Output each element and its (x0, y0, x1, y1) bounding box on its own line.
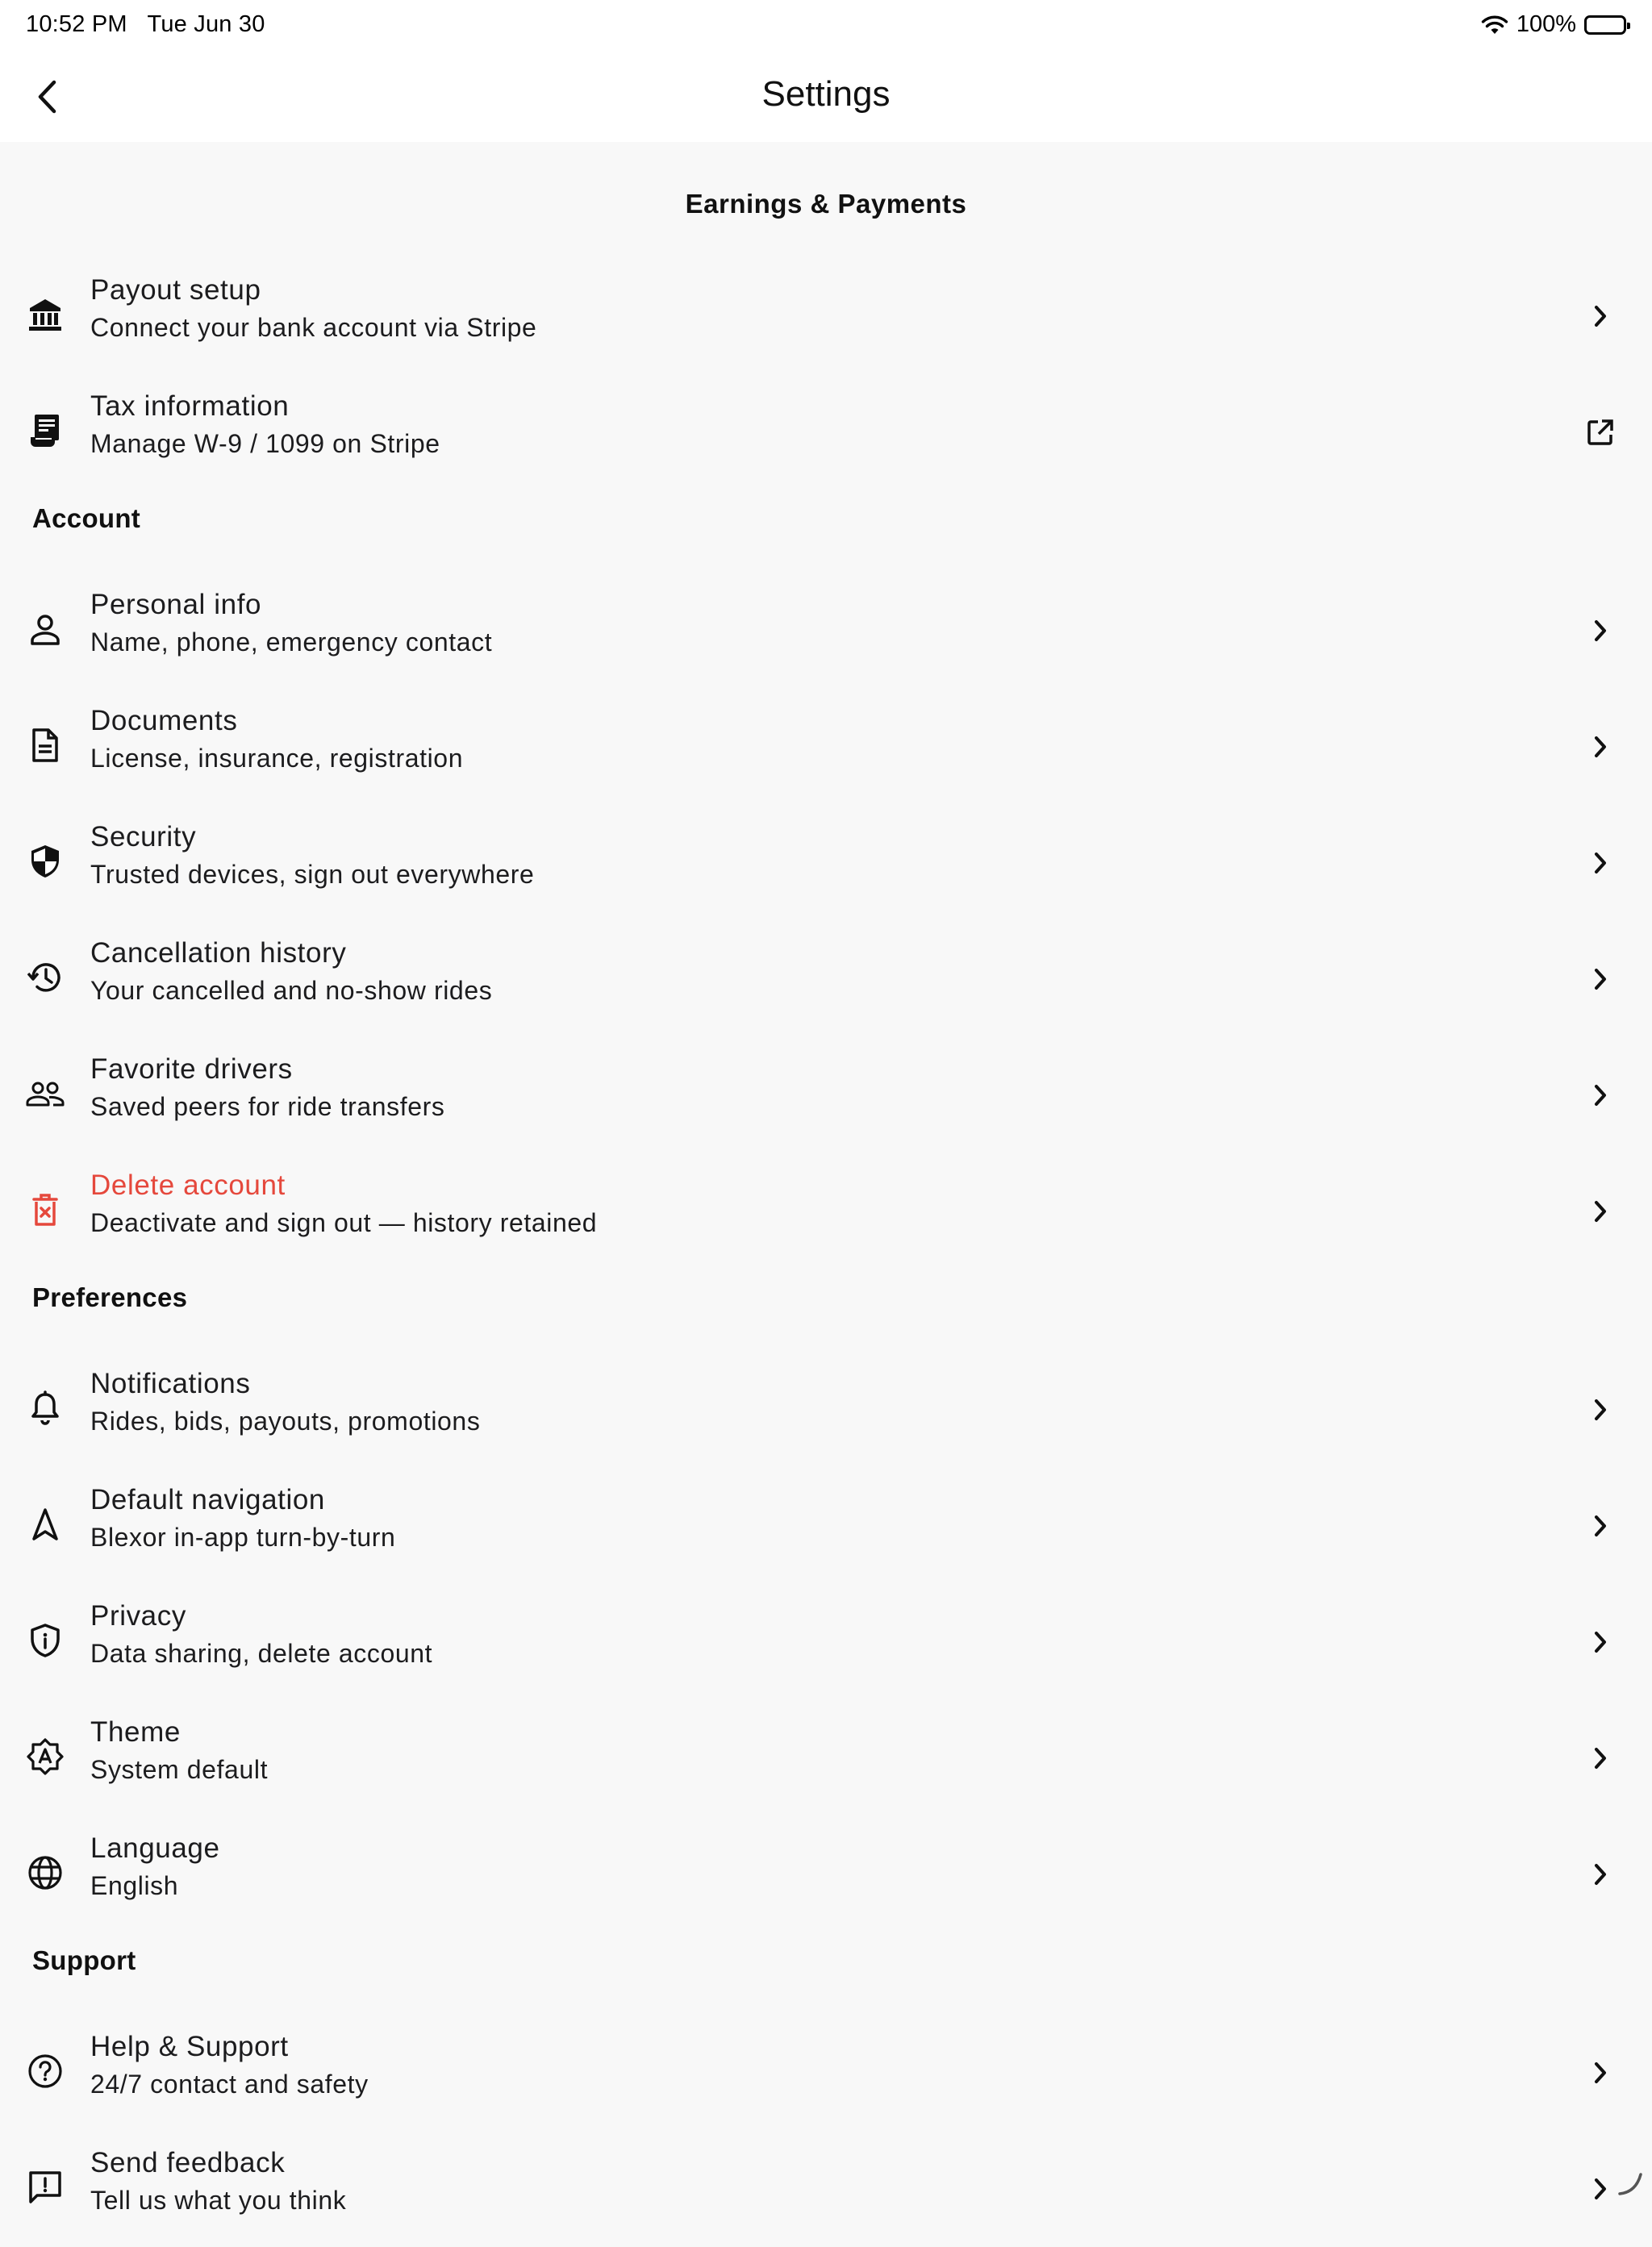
resize-handle-icon (1617, 2170, 1644, 2197)
section-header-account: Account (32, 503, 141, 533)
row-theme[interactable]: Theme System default (0, 1700, 1652, 1816)
document-icon (24, 724, 66, 766)
row-title: Delete account (90, 1169, 286, 1201)
row-title: Tax information (90, 390, 290, 422)
bell-icon (24, 1387, 66, 1429)
row-title: Language (90, 1832, 220, 1864)
row-title: Payout setup (90, 274, 261, 306)
row-title: Theme (90, 1716, 181, 1748)
status-bar: 10:52 PM Tue Jun 30 100% (0, 0, 1652, 52)
section-header-preferences: Preferences (32, 1282, 188, 1312)
navigation-bar: Settings (0, 52, 1652, 142)
chevron-right-icon (1581, 1739, 1620, 1778)
status-time: 10:52 PM Tue Jun 30 (26, 11, 265, 37)
row-title: Cancellation history (90, 937, 347, 969)
chevron-right-icon (1581, 1507, 1620, 1545)
people-icon (24, 1073, 66, 1115)
row-subtitle: System default (90, 1755, 269, 1784)
row-help-support[interactable]: Help & Support 24/7 contact and safety (0, 2015, 1652, 2131)
chevron-right-icon (1581, 1390, 1620, 1429)
row-title: Favorite drivers (90, 1053, 293, 1085)
theme-auto-icon (24, 1736, 66, 1778)
row-subtitle: Tell us what you think (90, 2186, 347, 2215)
row-title: Default navigation (90, 1484, 325, 1515)
page-title: Settings (761, 74, 891, 114)
battery-percent: 100% (1516, 11, 1576, 37)
trash-icon (24, 1189, 66, 1231)
chevron-right-icon (1581, 611, 1620, 650)
row-tax-information[interactable]: Tax information Manage W-9 / 1099 on Str… (0, 374, 1652, 490)
row-subtitle: Blexor in-app turn-by-turn (90, 1523, 396, 1552)
row-delete-account[interactable]: Delete account Deactivate and sign out —… (0, 1153, 1652, 1269)
chevron-right-icon (1581, 727, 1620, 766)
receipt-icon (24, 410, 66, 452)
battery-icon (1584, 15, 1630, 35)
row-subtitle: Your cancelled and no-show rides (90, 976, 493, 1005)
status-date: Tue Jun 30 (147, 11, 265, 37)
row-subtitle: Trusted devices, sign out everywhere (90, 860, 535, 889)
shield-icon (24, 840, 66, 882)
chevron-right-icon (1581, 1076, 1620, 1115)
row-cancellation-history[interactable]: Cancellation history Your cancelled and … (0, 921, 1652, 1037)
row-title: Send feedback (90, 2147, 286, 2178)
row-subtitle: Saved peers for ride transfers (90, 1092, 445, 1121)
row-privacy[interactable]: Privacy Data sharing, delete account (0, 1584, 1652, 1700)
chevron-right-icon (1581, 297, 1620, 336)
row-send-feedback[interactable]: Send feedback Tell us what you think (0, 2131, 1652, 2247)
row-payout-setup[interactable]: Payout setup Connect your bank account v… (0, 258, 1652, 374)
row-title: Help & Support (90, 2031, 289, 2062)
status-indicators: 100% (1481, 11, 1630, 38)
chevron-right-icon (1581, 1623, 1620, 1661)
history-icon (24, 957, 66, 998)
row-subtitle: 24/7 contact and safety (90, 2070, 369, 2099)
person-icon (24, 608, 66, 650)
row-documents[interactable]: Documents License, insurance, registrati… (0, 689, 1652, 805)
section-header-support: Support (32, 1945, 136, 1975)
row-title: Documents (90, 705, 238, 736)
row-title: Personal info (90, 589, 262, 620)
privacy-shield-icon (24, 1620, 66, 1661)
row-favorite-drivers[interactable]: Favorite drivers Saved peers for ride tr… (0, 1037, 1652, 1153)
row-subtitle: Deactivate and sign out — history retain… (90, 1208, 598, 1237)
chevron-right-icon (1581, 1855, 1620, 1894)
globe-icon (24, 1852, 66, 1894)
row-title: Privacy (90, 1600, 186, 1632)
row-subtitle: Name, phone, emergency contact (90, 627, 493, 657)
chevron-right-icon (1581, 2170, 1620, 2208)
row-subtitle: Connect your bank account via Stripe (90, 313, 537, 342)
help-circle-icon (24, 2050, 66, 2092)
row-title: Security (90, 821, 197, 853)
open-external-icon (1581, 413, 1620, 452)
wifi-icon (1481, 15, 1508, 35)
row-language[interactable]: Language English (0, 1816, 1652, 1932)
bank-icon (24, 294, 66, 336)
section-header-earnings: Earnings & Payments (685, 189, 967, 219)
feedback-icon (24, 2166, 66, 2208)
row-security[interactable]: Security Trusted devices, sign out every… (0, 805, 1652, 921)
row-subtitle: Data sharing, delete account (90, 1639, 433, 1668)
row-subtitle: Rides, bids, payouts, promotions (90, 1407, 481, 1436)
row-default-navigation[interactable]: Default navigation Blexor in-app turn-by… (0, 1468, 1652, 1584)
chevron-right-icon (1581, 2053, 1620, 2092)
chevron-right-icon (1581, 960, 1620, 998)
navigation-arrow-icon (24, 1503, 66, 1545)
chevron-right-icon (1581, 1192, 1620, 1231)
row-title: Notifications (90, 1368, 251, 1399)
row-subtitle: License, insurance, registration (90, 744, 464, 773)
row-subtitle: English (90, 1871, 179, 1900)
row-personal-info[interactable]: Personal info Name, phone, emergency con… (0, 573, 1652, 689)
row-subtitle: Manage W-9 / 1099 on Stripe (90, 429, 440, 458)
chevron-right-icon (1581, 844, 1620, 882)
row-notifications[interactable]: Notifications Rides, bids, payouts, prom… (0, 1352, 1652, 1468)
